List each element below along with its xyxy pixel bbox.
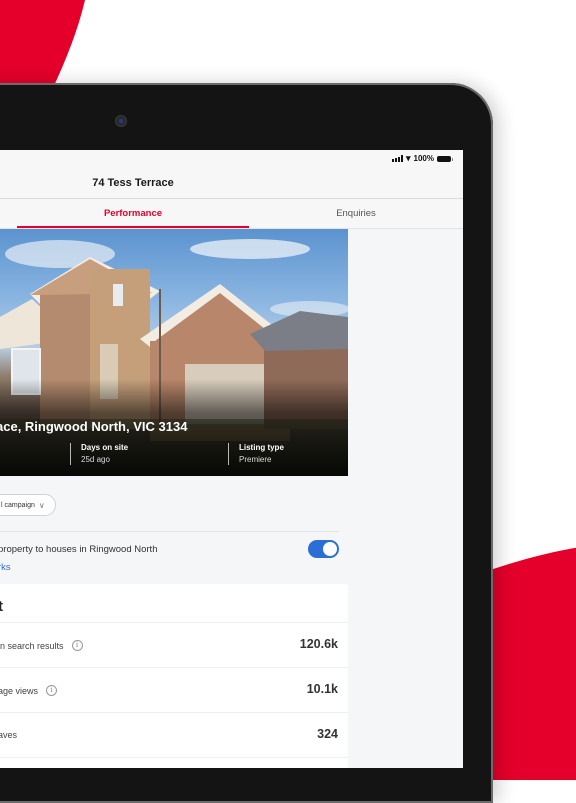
chevron-down-icon: ∨ bbox=[38, 500, 45, 510]
background-red-shape-top bbox=[0, 0, 85, 90]
compare-description: property to houses in Ringwood North bbox=[0, 544, 158, 555]
stat-value: Premiere bbox=[239, 455, 272, 464]
info-icon[interactable]: i bbox=[46, 685, 58, 696]
table-row: age views i 10.1k bbox=[0, 667, 348, 713]
page-title: 74 Tess Terrace bbox=[92, 177, 174, 189]
property-hero-image: ace, Ringwood North, VIC 3134 Days on si… bbox=[0, 229, 348, 476]
table-row: aves 324 bbox=[0, 712, 348, 758]
tab-enquiries[interactable]: Enquiries bbox=[250, 208, 462, 219]
tab-bar: Performance Enquiries bbox=[0, 199, 463, 229]
property-address: ace, Ringwood North, VIC 3134 bbox=[0, 419, 188, 434]
camera-icon bbox=[116, 116, 126, 126]
wifi-icon: ▾ bbox=[406, 153, 411, 163]
row-label: aves bbox=[0, 730, 17, 740]
row-label: in search results i bbox=[0, 640, 83, 651]
tab-performance[interactable]: Performance bbox=[17, 208, 249, 219]
stat-days-on-site: Days on site 25d ago bbox=[70, 443, 128, 465]
how-it-works-link[interactable]: rks bbox=[0, 562, 11, 573]
card-title: t bbox=[0, 598, 3, 615]
stat-label: Days on site bbox=[81, 443, 129, 452]
battery-icon bbox=[437, 155, 453, 162]
table-row bbox=[0, 757, 348, 768]
section-divider bbox=[0, 531, 339, 532]
row-label: age views i bbox=[0, 685, 58, 696]
campaign-selector[interactable]: l campaign ∨ bbox=[0, 494, 56, 516]
row-label-text: aves bbox=[0, 730, 18, 740]
campaign-selector-label: l campaign bbox=[1, 501, 35, 509]
status-icons: ▾ 100% bbox=[392, 153, 453, 164]
active-tab-indicator bbox=[17, 226, 249, 228]
row-label-text: in search results bbox=[0, 640, 64, 651]
signal-icon bbox=[392, 155, 403, 162]
background-red-shape-bottom bbox=[490, 547, 576, 780]
stat-value: 25d ago bbox=[81, 455, 110, 464]
performance-card: t in search results i 120.6k age views i… bbox=[0, 584, 348, 768]
battery-percent: 100% bbox=[413, 154, 434, 163]
compare-toggle[interactable] bbox=[308, 540, 339, 558]
info-icon[interactable]: i bbox=[71, 640, 83, 651]
toggle-knob bbox=[323, 542, 337, 556]
navigation-bar: 74 Tess Terrace bbox=[0, 166, 463, 199]
app-screen: ▾ 100% 74 Tess Terrace Performance Enqui… bbox=[0, 150, 463, 768]
row-value: 324 bbox=[317, 727, 338, 741]
table-row: in search results i 120.6k bbox=[0, 622, 348, 668]
stat-listing-type: Listing type Premiere bbox=[228, 443, 284, 465]
status-bar: ▾ 100% bbox=[0, 150, 463, 166]
stat-label: Listing type bbox=[239, 443, 284, 452]
row-label-text: age views bbox=[0, 685, 39, 696]
row-value: 120.6k bbox=[299, 637, 338, 651]
row-value: 10.1k bbox=[306, 682, 338, 696]
